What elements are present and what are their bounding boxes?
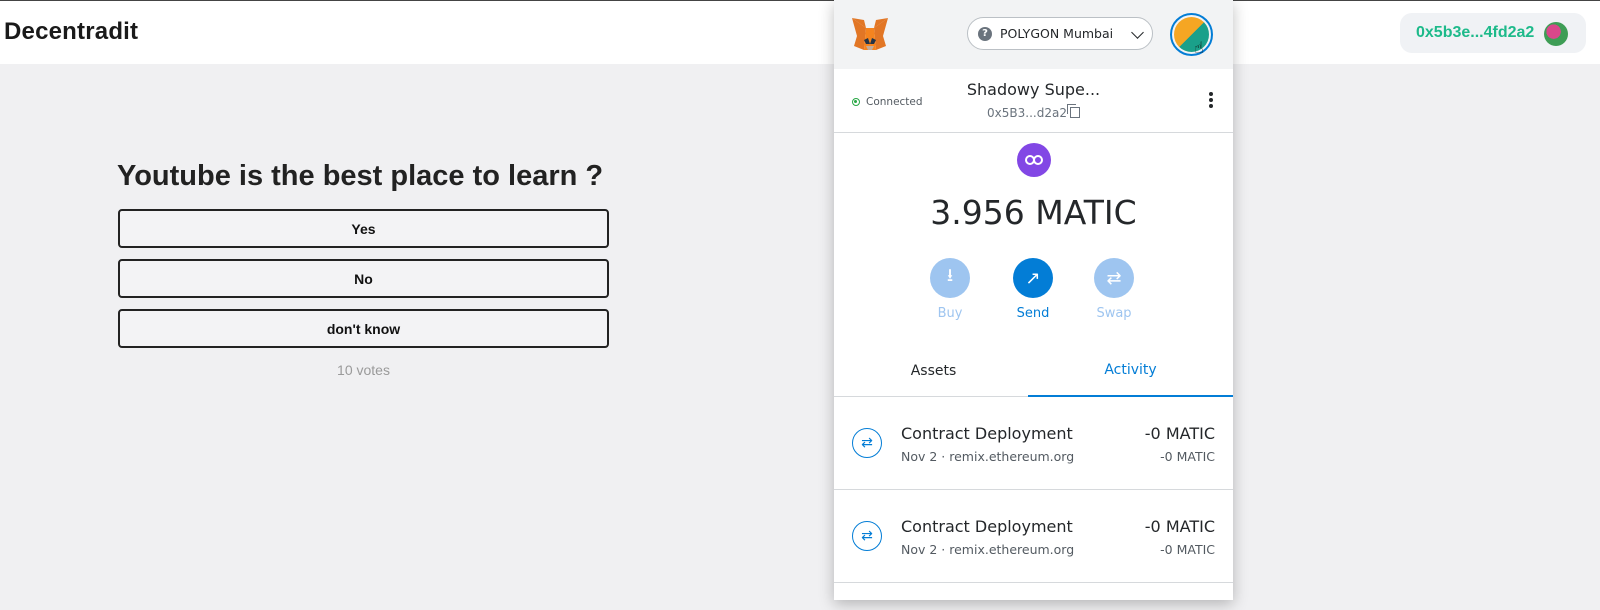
copy-icon [1066,104,1080,118]
transaction-amount: -0 MATIC [1144,517,1215,536]
swap-button[interactable]: ⇄ Swap [1074,258,1154,321]
vote-option-dont-know[interactable]: don't know [118,309,609,348]
vote-option-no[interactable]: No [118,259,609,298]
app-header: Decentradit 0x5b3e...4fd2a2 [0,0,1600,64]
transaction-amount-secondary: -0 MATIC [1160,449,1215,464]
polygon-logo-icon [1017,143,1051,177]
send-label: Send [1016,306,1050,321]
account-address-copy[interactable]: 0x5B3...d2a2 [834,104,1233,120]
account-avatar-icon [1544,22,1568,46]
transaction-amount-secondary: -0 MATIC [1160,542,1215,557]
buy-label: Buy [937,306,963,321]
chevron-down-icon [1131,26,1144,39]
vote-count: 10 votes [337,362,390,378]
transaction-item[interactable]: ⇄ Contract Deployment Nov 2 · remix.ethe… [834,398,1233,490]
account-options-kebab-icon[interactable] [1209,92,1213,108]
metamask-fox-icon[interactable] [850,16,890,52]
transaction-subtitle: Nov 2 · remix.ethereum.org [901,449,1075,464]
transaction-amount: -0 MATIC [1144,424,1215,443]
network-selector[interactable]: ? POLYGON Mumbai [967,17,1153,50]
buy-button[interactable]: ⭳ Buy [910,258,990,321]
network-name: POLYGON Mumbai [1000,26,1114,41]
help-icon: ? [978,26,992,41]
tab-assets[interactable]: Assets [834,345,1033,397]
tab-activity[interactable]: Activity [1028,345,1233,397]
token-balance: 3.956 MATIC [930,193,1137,232]
swap-arrows-icon: ⇄ [1094,258,1134,298]
swap-arrows-icon: ⇄ [852,428,882,458]
wallet-tabs: Assets Activity [834,345,1233,397]
pointer-cursor-icon: ☝ [1194,38,1204,57]
vote-option-yes[interactable]: Yes [118,209,609,248]
connected-dot-icon [852,98,860,106]
account-menu-button[interactable] [1170,13,1213,56]
swap-arrows-icon: ⇄ [852,521,882,551]
account-address-short: 0x5B3...d2a2 [987,106,1067,120]
account-identicon-icon [1174,17,1209,52]
arrow-up-right-icon: ↗ [1013,258,1053,298]
account-bar: Connected Shadowy Supe... 0x5B3...d2a2 [834,69,1233,133]
transaction-item[interactable]: ⇄ Contract Deployment Nov 2 · remix.ethe… [834,491,1233,583]
transaction-title: Contract Deployment [901,517,1073,536]
metamask-popup: ? POLYGON Mumbai ☝ Connected Shadowy Sup… [834,0,1233,600]
brand-title[interactable]: Decentradit [4,18,138,46]
metamask-header: ? POLYGON Mumbai ☝ [834,0,1233,69]
poll-question: Youtube is the best place to learn ? [117,160,604,192]
send-button[interactable]: ↗ Send [993,258,1073,321]
account-address: 0x5b3e...4fd2a2 [1416,24,1535,41]
transaction-subtitle: Nov 2 · remix.ethereum.org [901,542,1075,557]
account-name: Shadowy Supe... [966,80,1101,99]
swap-label: Swap [1096,306,1132,321]
connected-account-button[interactable]: 0x5b3e...4fd2a2 [1400,13,1586,53]
download-icon: ⭳ [930,258,970,298]
transaction-title: Contract Deployment [901,424,1073,443]
